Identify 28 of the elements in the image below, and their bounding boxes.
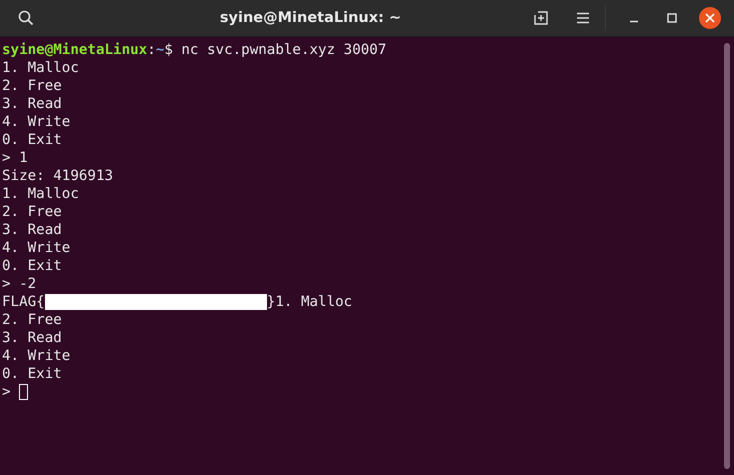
- terminal-text: 2. Free: [2, 203, 62, 221]
- scrollbar[interactable]: [724, 43, 730, 469]
- terminal-text: 0. Exit: [2, 257, 62, 275]
- terminal-text: 1. Malloc: [2, 59, 79, 77]
- terminal-text: 4. Write: [2, 239, 70, 257]
- terminal-text: 3. Read: [2, 95, 62, 113]
- terminal-text: $ nc svc.pwnable.xyz 30007: [164, 41, 386, 59]
- terminal-text: 4. Write: [2, 347, 70, 365]
- terminal-text: 1. Malloc: [2, 185, 79, 203]
- terminal-text: 0. Exit: [2, 131, 62, 149]
- terminal-text: >: [2, 383, 12, 401]
- window-title: syine@MinetaLinux: ~: [218, 10, 402, 26]
- terminal-text: 3. Read: [2, 221, 62, 239]
- terminal-text: }1. Malloc: [266, 293, 352, 311]
- terminal-text: 3. Read: [2, 329, 62, 347]
- terminal-text: :: [147, 41, 156, 59]
- terminal-text: 0. Exit: [2, 365, 62, 383]
- prompt-user: syine@MinetaLinux: [2, 41, 148, 59]
- terminal-text: > 1: [2, 149, 28, 167]
- terminal-text: 4. Write: [2, 113, 70, 131]
- close-icon[interactable]: [696, 4, 724, 32]
- terminal-text: 2. Free: [2, 311, 62, 329]
- terminal-text: Size: 4196913: [2, 167, 114, 185]
- terminal-text: 2. Free: [2, 77, 62, 95]
- terminal-text: FLAG{: [2, 293, 45, 311]
- cursor: [19, 384, 28, 400]
- prompt-path: ~: [156, 41, 164, 59]
- terminal-text: > -2: [2, 275, 36, 293]
